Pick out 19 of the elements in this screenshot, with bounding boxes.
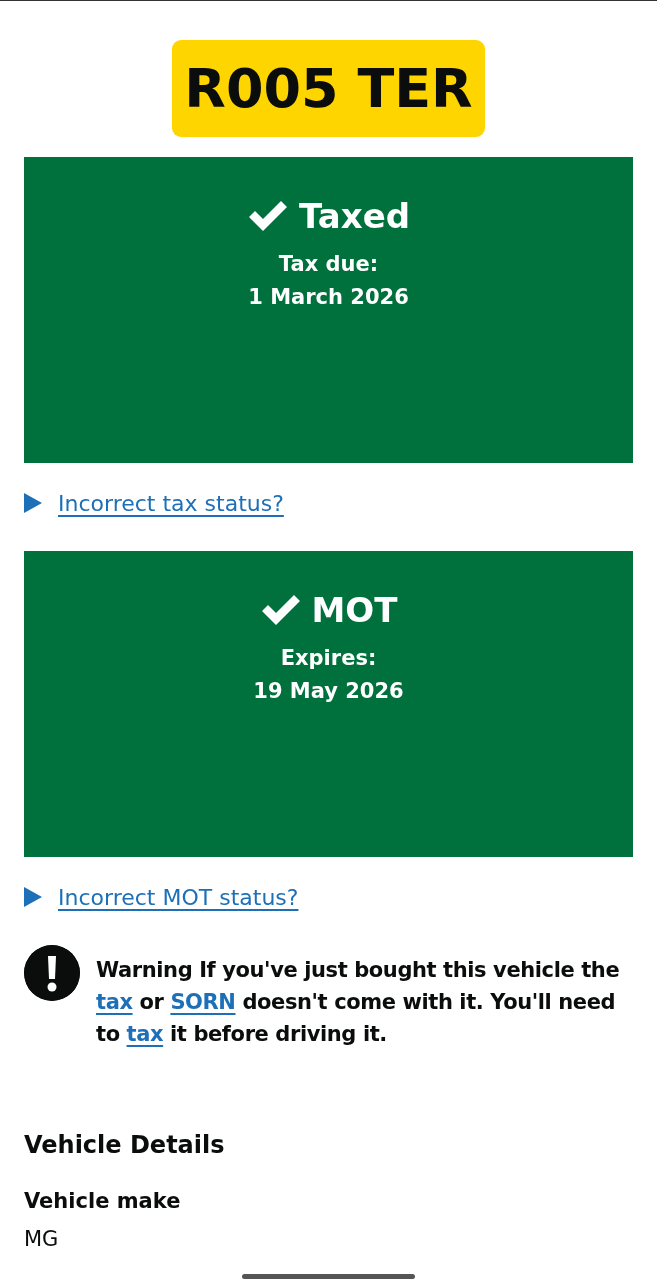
warning-text: Warning If you've just bought this vehicle the tax or SORN doesn't come with it. You'll need to tax it before driving it. — [96, 957, 621, 1048]
status-label: Expires: — [280, 645, 377, 672]
status-date: 1 March 2026 — [248, 284, 409, 311]
status-date: 19 May 2026 — [253, 678, 404, 705]
number-plate: R005 TER — [172, 40, 485, 137]
details-link[interactable]: Incorrect tax status? — [58, 490, 284, 516]
warning-link[interactable]: SORN — [170, 990, 236, 1014]
warning-link[interactable]: tax — [96, 990, 133, 1014]
status-title: MOT — [311, 590, 398, 630]
triangle-icon — [24, 493, 42, 513]
field-value: MG — [24, 1226, 60, 1253]
warning-link[interactable]: tax — [126, 1022, 164, 1046]
exclamation-icon — [24, 945, 80, 1001]
status-title: Taxed — [298, 196, 411, 236]
details-link[interactable]: Incorrect MOT status? — [58, 884, 299, 910]
triangle-icon — [24, 887, 42, 907]
field-label: Vehicle make — [24, 1188, 182, 1215]
status-label: Tax due: — [278, 251, 379, 278]
section-heading: Vehicle Details — [24, 1130, 226, 1161]
